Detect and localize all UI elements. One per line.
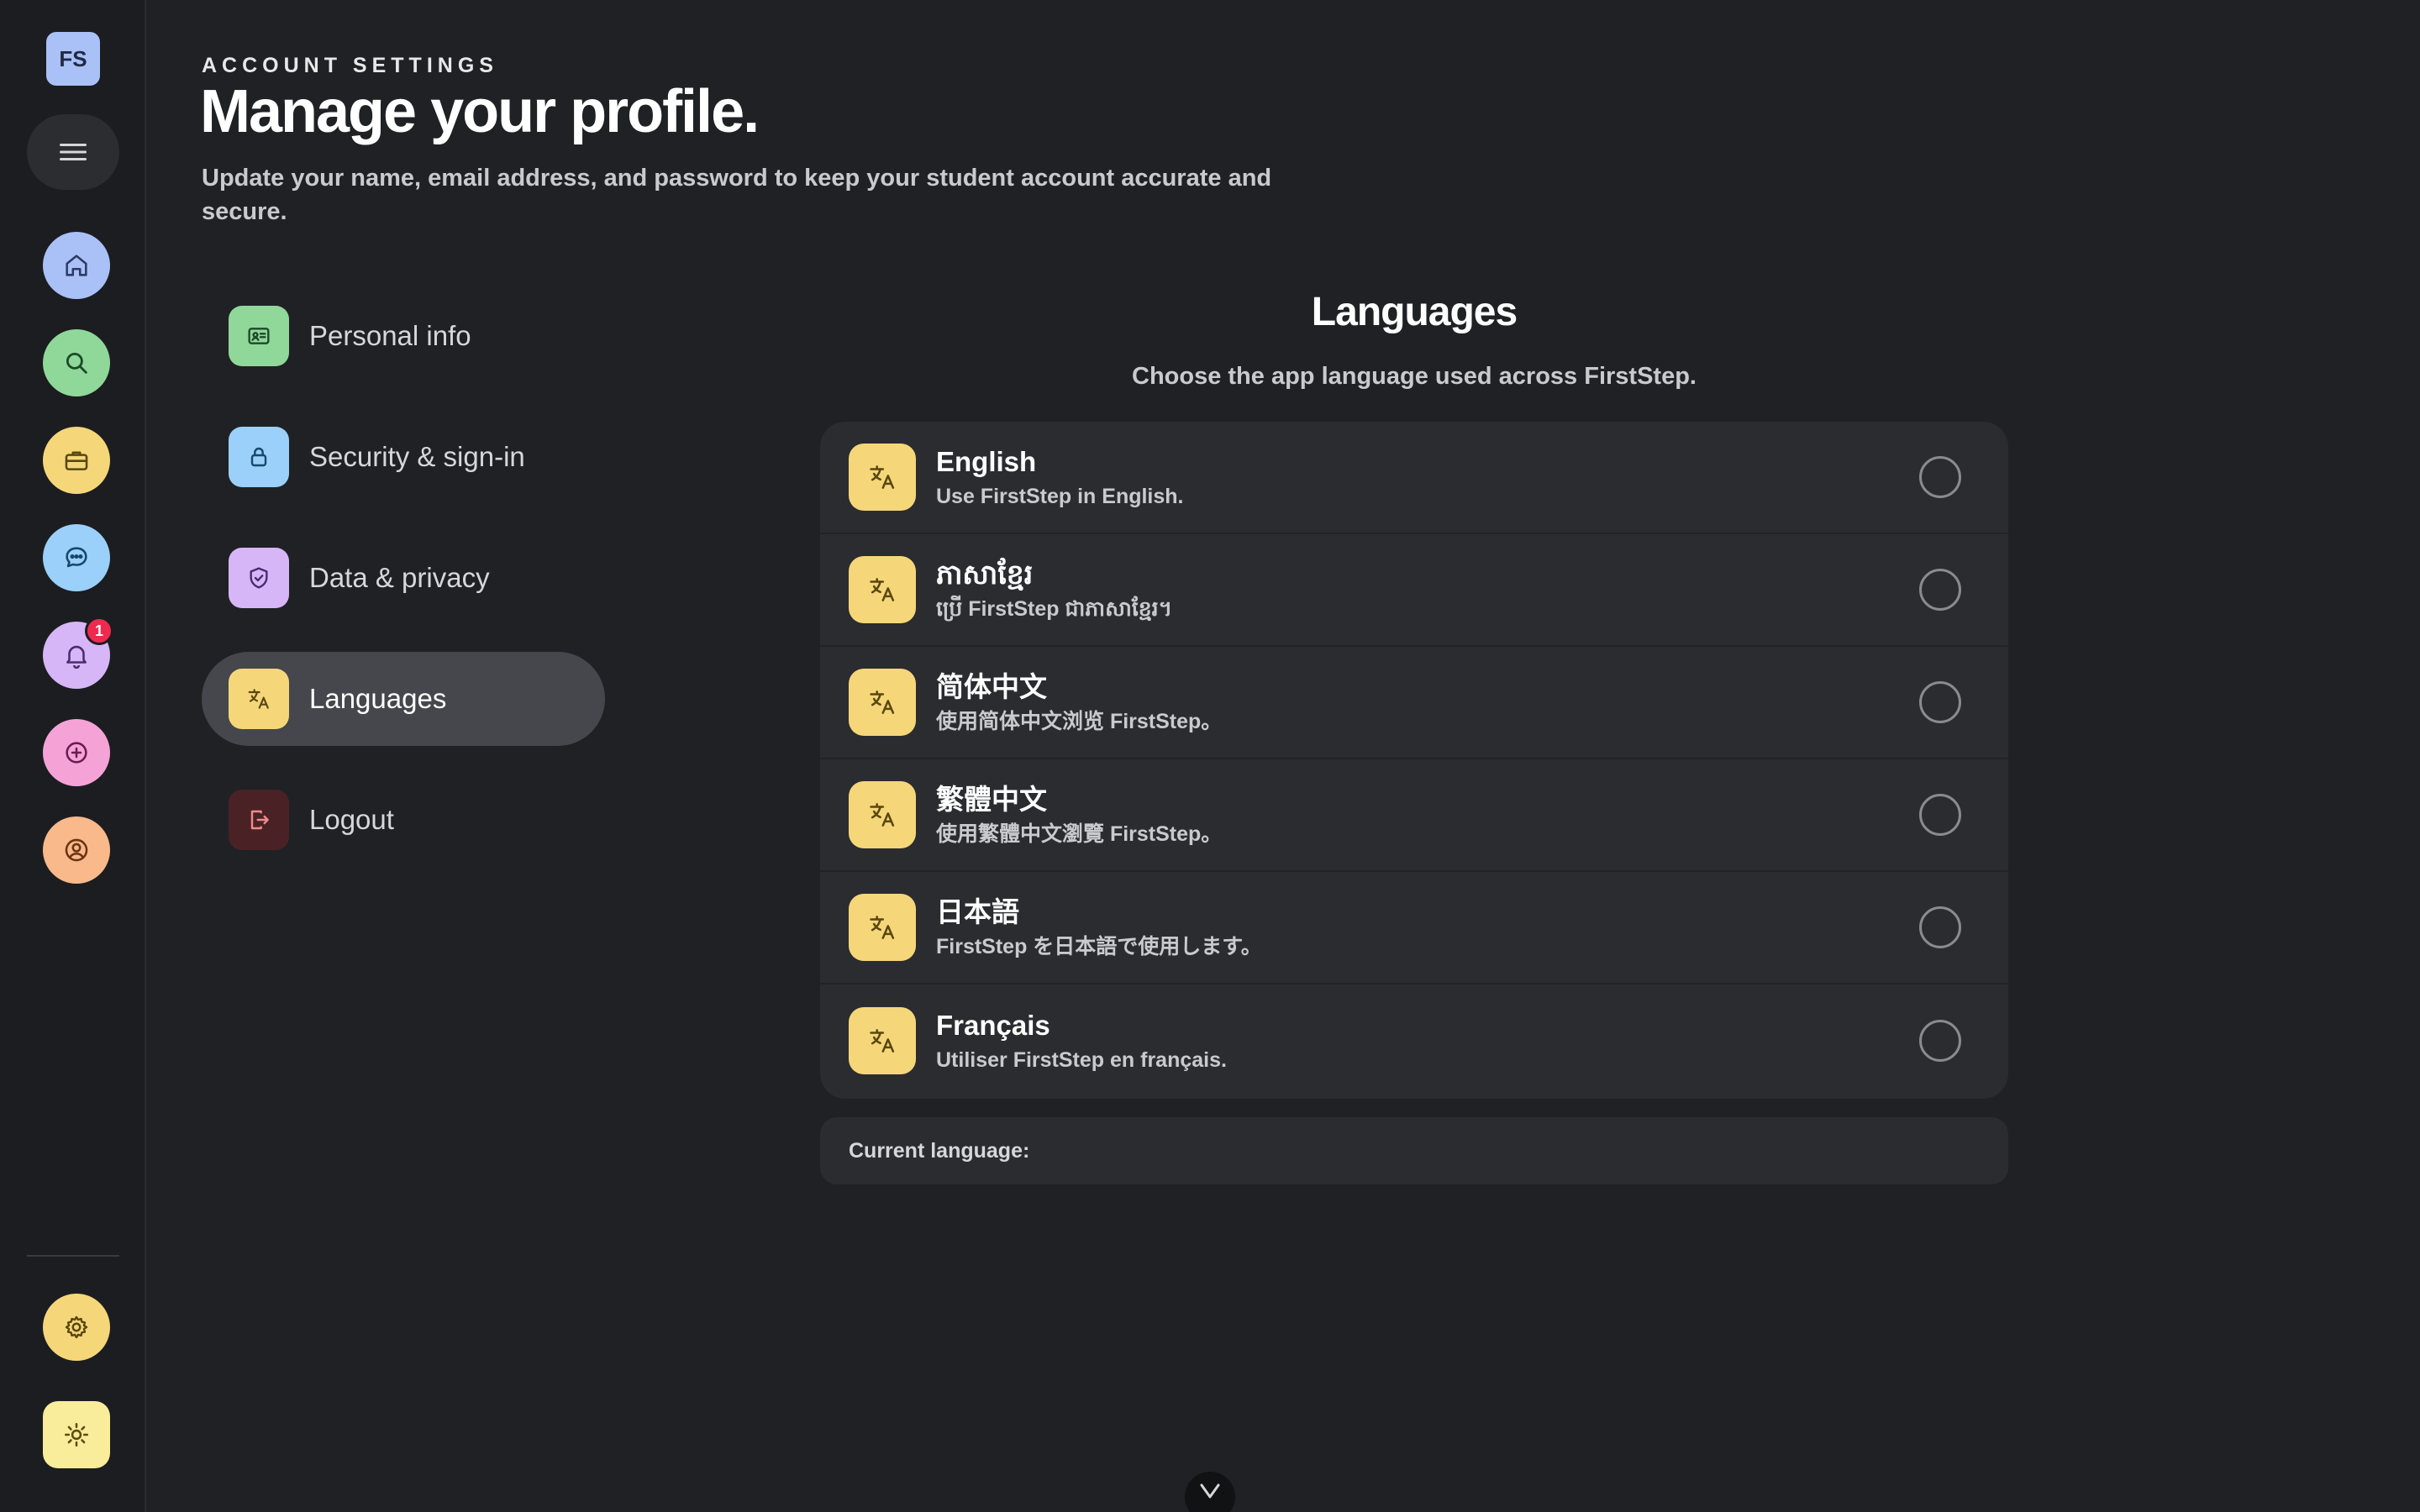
search-icon	[66, 352, 87, 374]
language-description: ប្រើ FirstStep ជាភាសាខ្មែរ។	[936, 597, 1173, 621]
settings-nav-logout[interactable]: Logout	[202, 773, 605, 867]
language-radio[interactable]	[1919, 906, 1961, 948]
menu-toggle-button[interactable]	[27, 114, 119, 190]
translate-icon	[849, 444, 916, 511]
translate-icon	[849, 894, 916, 961]
language-description: Utiliser FirstStep en français.	[936, 1048, 1227, 1072]
lock-icon	[229, 427, 289, 487]
language-name: English	[936, 446, 1037, 477]
sun-icon	[64, 1422, 89, 1447]
theme-toggle-button[interactable]	[43, 1401, 110, 1468]
user-circle-icon	[65, 838, 88, 862]
translate-icon	[849, 556, 916, 623]
bell-icon	[66, 645, 87, 669]
briefcase-icon	[65, 451, 88, 470]
shield-icon	[229, 548, 289, 608]
current-language-label: Current language:	[849, 1138, 1030, 1163]
nav-notifications-button[interactable]: 1	[43, 617, 113, 689]
language-radio[interactable]	[1919, 1020, 1961, 1062]
gear-icon	[65, 1315, 88, 1339]
chat-bubble-icon	[66, 547, 87, 568]
language-option-english[interactable]: English Use FirstStep in English.	[820, 422, 2008, 534]
nav-create-button[interactable]	[43, 719, 110, 786]
language-options-list: English Use FirstStep in English. ភាសាខ្…	[820, 422, 2008, 1099]
language-option-japanese[interactable]: 日本語 FirstStep を日本語で使用します。	[820, 872, 2008, 984]
id-card-icon	[229, 306, 289, 366]
language-radio[interactable]	[1919, 569, 1961, 611]
settings-nav-label: Personal info	[309, 320, 471, 351]
languages-title: Languages	[1311, 290, 1518, 334]
settings-nav-data-privacy[interactable]: Data & privacy	[202, 531, 605, 625]
notification-count-badge: 1	[85, 617, 113, 645]
nav-profile-button[interactable]	[43, 816, 110, 884]
translate-icon	[849, 1007, 916, 1074]
settings-nav-personal-info[interactable]: Personal info	[202, 289, 605, 383]
nav-jobs-button[interactable]	[43, 427, 110, 494]
translate-icon	[849, 781, 916, 848]
language-description: Use FirstStep in English.	[936, 485, 1184, 508]
nav-messages-button[interactable]	[43, 524, 110, 591]
language-option-simplified-chinese[interactable]: 简体中文 使用简体中文浏览 FirstStep。	[820, 647, 2008, 759]
language-description: 使用繁體中文瀏覽 FirstStep。	[936, 822, 1223, 846]
nav-settings-button[interactable]	[43, 1294, 110, 1361]
app-sidebar: FS 1	[0, 0, 146, 1512]
language-description: 使用简体中文浏览 FirstStep。	[936, 710, 1223, 733]
settings-nav-languages[interactable]: Languages	[202, 652, 605, 746]
language-option-traditional-chinese[interactable]: 繁體中文 使用繁體中文瀏覽 FirstStep。	[820, 759, 2008, 872]
nav-home-button[interactable]	[43, 232, 110, 299]
home-icon	[66, 255, 87, 276]
language-radio[interactable]	[1919, 681, 1961, 723]
settings-nav-label: Languages	[309, 683, 447, 714]
page-title: Manage your profile.	[200, 78, 760, 145]
scroll-down-button[interactable]	[1185, 1472, 1235, 1512]
nav-search-button[interactable]	[43, 329, 110, 396]
language-radio[interactable]	[1919, 456, 1961, 498]
language-option-khmer[interactable]: ភាសាខ្មែរ ប្រើ FirstStep ជាភាសាខ្មែរ។	[820, 534, 2008, 647]
page-description: Update your name, email address, and pas…	[202, 165, 1272, 225]
chevron-down-icon	[1200, 1483, 1220, 1499]
hamburger-menu-icon	[60, 144, 87, 160]
language-description: FirstStep を日本語で使用します。	[936, 935, 1262, 958]
settings-nav-security[interactable]: Security & sign-in	[202, 410, 605, 504]
languages-subtitle: Choose the app language used across Firs…	[1132, 363, 1697, 390]
language-option-french[interactable]: Français Utiliser FirstStep en français.	[820, 984, 2008, 1097]
current-language-bar: Current language:	[820, 1117, 2008, 1184]
translate-icon	[229, 669, 289, 729]
language-name: 日本語	[936, 896, 1019, 927]
sidebar-divider	[27, 1255, 119, 1257]
plus-circle-icon	[66, 742, 87, 764]
translate-icon	[849, 669, 916, 736]
logout-icon	[229, 790, 289, 850]
section-eyebrow: ACCOUNT SETTINGS	[202, 54, 498, 77]
language-name: Français	[936, 1010, 1050, 1041]
language-name: 简体中文	[936, 671, 1047, 702]
language-name: ភាសាខ្មែរ	[936, 559, 1034, 590]
settings-nav-label: Logout	[309, 804, 394, 835]
settings-nav-label: Security & sign-in	[309, 441, 525, 472]
brand-logo[interactable]: FS	[46, 32, 100, 86]
language-name: 繁體中文	[936, 784, 1047, 815]
settings-nav-label: Data & privacy	[309, 562, 490, 593]
language-radio[interactable]	[1919, 794, 1961, 836]
